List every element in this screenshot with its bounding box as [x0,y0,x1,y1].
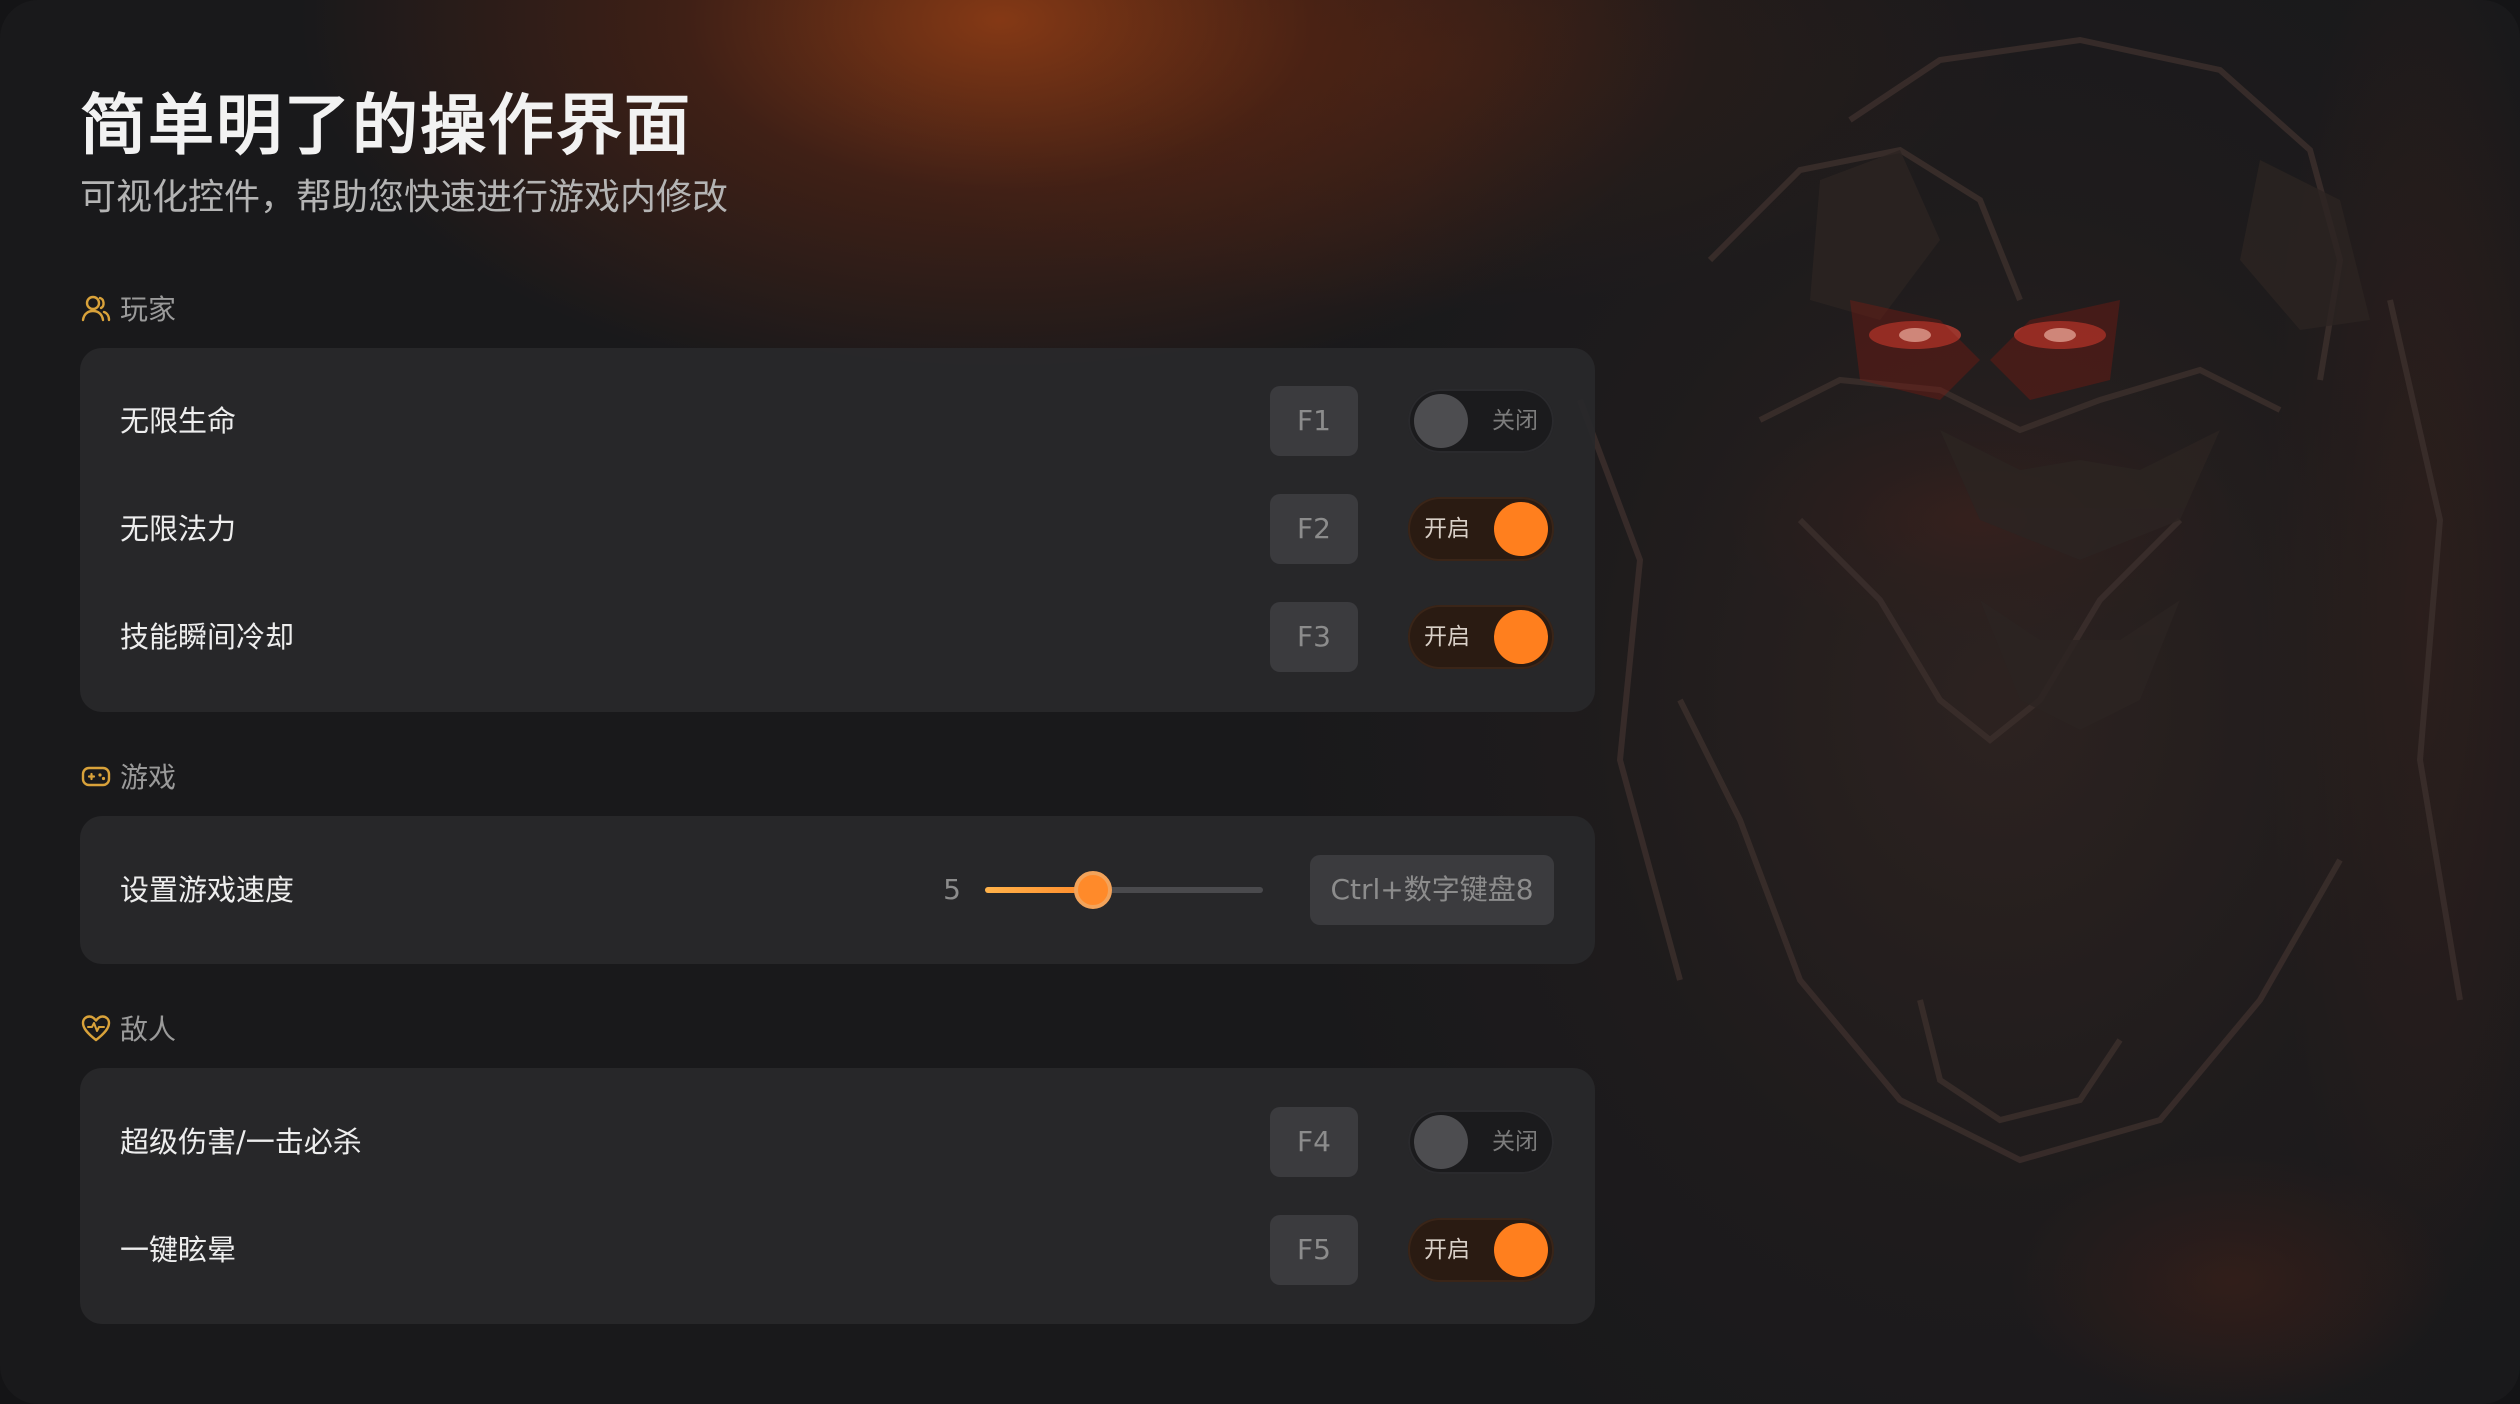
super-damage-toggle[interactable]: 关闭 [1408,1110,1554,1174]
infinite-health-toggle[interactable]: 关闭 [1408,389,1554,453]
settings-panel: 简单明了的操作界面 可视化控件，帮助您快速进行游戏内修改 玩家 无限生命 F1 … [80,0,1595,1404]
toggle-knob [1414,1115,1468,1169]
setting-row-stun: 一键眩晕 F5 开启 [80,1196,1595,1304]
setting-row-infinite-health: 无限生命 F1 关闭 [80,367,1595,475]
game-speed-slider[interactable] [985,871,1263,909]
setting-row-instant-cooldown: 技能瞬间冷却 F3 开启 [80,583,1595,691]
setting-label: 无限法力 [120,512,237,546]
page-subtitle: 可视化控件，帮助您快速进行游戏内修改 [80,177,729,218]
user-icon [80,292,112,324]
setting-label: 设置游戏速度 [120,873,295,907]
instant-cooldown-toggle[interactable]: 开启 [1408,605,1554,669]
section-header-player: 玩家 [80,288,176,328]
hotkey-badge[interactable]: Ctrl+数字键盘8 [1310,855,1554,925]
infinite-mana-toggle[interactable]: 开启 [1408,497,1554,561]
section-label: 玩家 [120,293,177,326]
player-settings-card: 无限生命 F1 关闭 无限法力 F2 开启 技能瞬间冷却 F3 开启 [80,348,1595,712]
game-speed-value: 5 [943,873,961,906]
setting-row-super-damage: 超级伤害/一击必杀 F4 关闭 [80,1088,1595,1196]
setting-row-infinite-mana: 无限法力 F2 开启 [80,475,1595,583]
section-label: 游戏 [120,761,177,794]
section-label: 敌人 [120,1013,177,1046]
section-header-game: 游戏 [80,756,176,796]
setting-label: 无限生命 [120,404,237,438]
enemy-settings-card: 超级伤害/一击必杀 F4 关闭 一键眩晕 F5 开启 [80,1068,1595,1324]
gamepad-icon [80,760,112,792]
setting-label: 一键眩晕 [120,1233,237,1267]
hotkey-badge[interactable]: F1 [1270,386,1358,456]
toggle-state-label: 开启 [1424,624,1470,650]
toggle-knob [1494,1223,1548,1277]
hotkey-badge[interactable]: F2 [1270,494,1358,564]
toggle-state-label: 开启 [1424,1237,1470,1263]
setting-label: 超级伤害/一击必杀 [120,1125,362,1159]
section-header-enemy: 敌人 [80,1008,176,1048]
setting-label: 技能瞬间冷却 [120,620,295,654]
app-window: 简单明了的操作界面 可视化控件，帮助您快速进行游戏内修改 玩家 无限生命 F1 … [0,0,2520,1404]
toggle-state-label: 开启 [1424,516,1470,542]
toggle-state-label: 关闭 [1492,408,1538,434]
hotkey-badge[interactable]: F5 [1270,1215,1358,1285]
heart-pulse-icon [80,1012,112,1044]
toggle-knob [1494,502,1548,556]
page-title: 简单明了的操作界面 [80,87,692,164]
toggle-state-label: 关闭 [1492,1129,1538,1155]
toggle-knob [1414,394,1468,448]
hotkey-badge[interactable]: F3 [1270,602,1358,672]
hotkey-badge[interactable]: F4 [1270,1107,1358,1177]
toggle-knob [1494,610,1548,664]
stun-toggle[interactable]: 开启 [1408,1218,1554,1282]
game-settings-card: 设置游戏速度 5 Ctrl+数字键盘8 [80,816,1595,964]
